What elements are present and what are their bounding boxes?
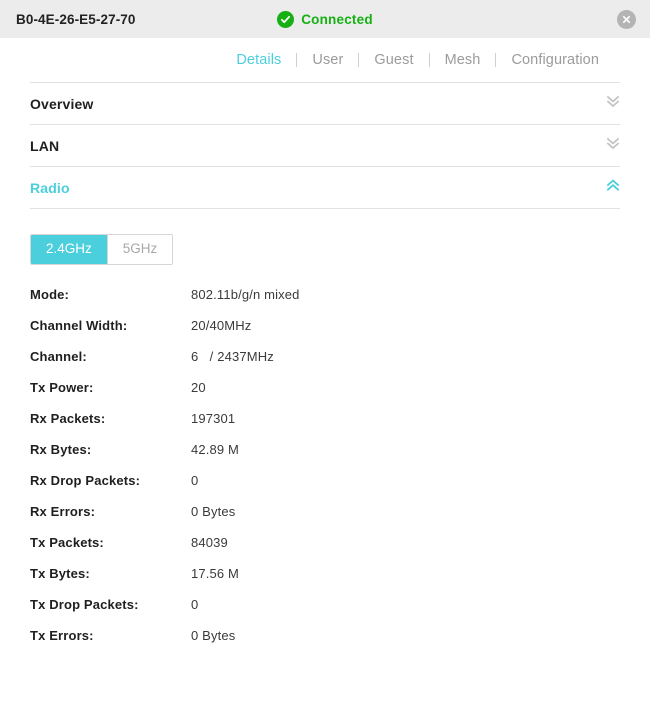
section-title-lan: LAN [30,138,59,154]
detail-row-rx-packets: Rx Packets: 197301 [30,411,650,442]
detail-label: Tx Errors: [30,628,191,643]
detail-row-tx-bytes: Tx Bytes: 17.56 M [30,566,650,597]
detail-value: 17.56 M [191,566,239,581]
detail-label: Mode: [30,287,191,302]
detail-row-tx-drop-packets: Tx Drop Packets: 0 [30,597,650,628]
detail-value: 0 Bytes [191,504,235,519]
device-details-panel: Details User Guest Mesh Configuration Ov… [0,38,650,725]
window-titlebar: B0-4E-26-E5-27-70 Connected [0,0,650,38]
detail-row-mode: Mode: 802.11b/g/n mixed [30,287,650,318]
device-mac-address: B0-4E-26-E5-27-70 [16,0,136,38]
band-option-2-4ghz[interactable]: 2.4GHz [31,235,107,264]
detail-row-tx-errors: Tx Errors: 0 Bytes [30,628,650,659]
close-button[interactable] [617,10,636,29]
chevron-double-down-icon [606,136,620,156]
tab-user[interactable]: User [297,52,358,68]
detail-value: 802.11b/g/n mixed [191,287,300,302]
detail-label: Tx Drop Packets: [30,597,191,612]
detail-value: 20 [191,380,206,395]
detail-value: 84039 [191,535,228,550]
detail-row-tx-packets: Tx Packets: 84039 [30,535,650,566]
detail-value: 6 / 2437MHz [191,349,274,364]
detail-row-rx-drop-packets: Rx Drop Packets: 0 [30,473,650,504]
tab-details[interactable]: Details [221,52,296,68]
detail-row-channel-width: Channel Width: 20/40MHz [30,318,650,349]
detail-value: 0 [191,473,198,488]
close-circle-icon [622,15,631,24]
section-title-radio: Radio [30,180,70,196]
chevron-double-down-icon [606,94,620,114]
detail-row-tx-power: Tx Power: 20 [30,380,650,411]
detail-label: Channel Width: [30,318,191,333]
tab-guest[interactable]: Guest [359,52,428,68]
connection-status-label: Connected [301,12,373,27]
detail-label: Rx Drop Packets: [30,473,191,488]
detail-value: 42.89 M [191,442,239,457]
chevron-double-up-icon [606,178,620,198]
section-title-overview: Overview [30,96,93,112]
check-circle-icon [277,11,294,28]
section-header-overview[interactable]: Overview [30,83,620,124]
detail-label: Rx Errors: [30,504,191,519]
tab-mesh[interactable]: Mesh [430,52,496,68]
detail-value: 0 [191,597,198,612]
detail-label: Tx Packets: [30,535,191,550]
band-toggle-group: 2.4GHz 5GHz [30,234,173,265]
detail-label: Tx Bytes: [30,566,191,581]
detail-row-rx-bytes: Rx Bytes: 42.89 M [30,442,650,473]
section-header-lan[interactable]: LAN [30,125,620,166]
detail-row-channel: Channel: 6 / 2437MHz [30,349,650,380]
detail-label: Tx Power: [30,380,191,395]
section-divider-radio [30,208,620,209]
band-option-5ghz[interactable]: 5GHz [107,235,173,264]
section-header-radio[interactable]: Radio [30,167,620,208]
tab-list: Details User Guest Mesh Configuration [221,52,614,68]
detail-row-rx-errors: Rx Errors: 0 Bytes [30,504,650,535]
tab-bar: Details User Guest Mesh Configuration [0,38,650,82]
detail-label: Channel: [30,349,191,364]
detail-label: Rx Packets: [30,411,191,426]
detail-value: 0 Bytes [191,628,235,643]
detail-value: 20/40MHz [191,318,251,333]
radio-detail-list: Mode: 802.11b/g/n mixed Channel Width: 2… [0,287,650,659]
detail-label: Rx Bytes: [30,442,191,457]
detail-value: 197301 [191,411,235,426]
tab-configuration[interactable]: Configuration [496,52,614,68]
